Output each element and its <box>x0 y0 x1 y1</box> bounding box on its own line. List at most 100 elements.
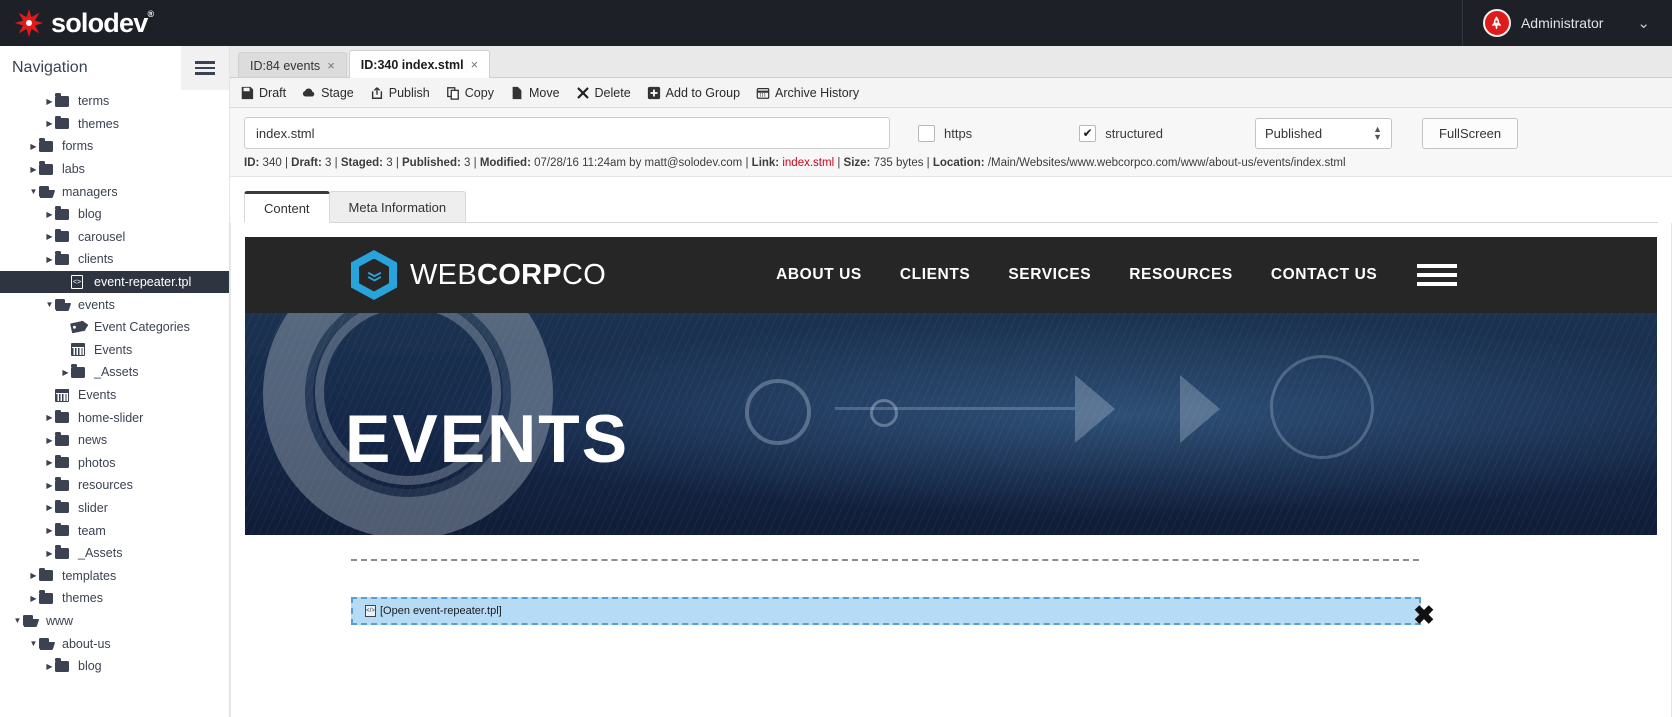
tree-item-labs[interactable]: ▶ labs <box>0 158 229 181</box>
avatar[interactable] <box>1482 9 1511 37</box>
tree-item-carousel[interactable]: ▶ carousel <box>0 226 229 249</box>
tree-item-managers[interactable]: ▼ managers <box>0 180 229 203</box>
status-select[interactable]: Published ▲ ▼ <box>1255 117 1392 149</box>
tree-item-event-repeater-tpl[interactable]: <> event-repeater.tpl <box>0 270 229 294</box>
move-button[interactable]: Move <box>510 86 560 100</box>
tree-item-events[interactable]: ▼ events <box>0 293 229 316</box>
meta-staged-label: Staged: <box>340 157 383 169</box>
expand-arrow-icon[interactable]: ▶ <box>44 97 55 106</box>
action-toolbar: Draft Stage Publish Copy Move Delete Add to Gr… <box>230 78 1672 108</box>
drop-zone-divider <box>351 559 1419 561</box>
brand-logo[interactable]: solodev® <box>0 8 154 38</box>
meta-link-label: Link: <box>751 157 780 169</box>
site-nav-item-about-us[interactable]: ABOUT US <box>776 266 862 284</box>
expand-arrow-icon[interactable]: ▶ <box>44 458 55 467</box>
collapse-arrow-icon[interactable]: ▼ <box>28 639 39 648</box>
tree-item-forms[interactable]: ▶ forms <box>0 135 229 158</box>
webcorpco-logo[interactable]: WEBCORPCO <box>351 250 606 300</box>
tree-item-blog[interactable]: ▶ blog <box>0 203 229 226</box>
expand-arrow-icon[interactable]: ▶ <box>44 481 55 490</box>
expand-arrow-icon[interactable]: ▶ <box>28 142 39 151</box>
filename-input[interactable] <box>244 117 890 149</box>
close-icon[interactable]: × <box>327 58 335 73</box>
site-nav-item-contact-us[interactable]: CONTACT US <box>1271 266 1377 284</box>
tree-item-events[interactable]: Events <box>0 339 229 362</box>
close-x-icon[interactable]: ✖ <box>1411 602 1437 629</box>
expand-arrow-icon[interactable]: ▶ <box>44 210 55 219</box>
save-disk-icon <box>240 86 254 100</box>
tree-item-themes[interactable]: ▶ themes <box>0 587 229 610</box>
expand-arrow-icon[interactable]: ▶ <box>28 594 39 603</box>
site-nav-item-clients[interactable]: CLIENTS <box>900 266 971 284</box>
main-panel: ID:84 events × ID:340 index.stml × Draft Sta… <box>230 46 1672 717</box>
expand-arrow-icon[interactable]: ▶ <box>44 436 55 445</box>
expand-arrow-icon[interactable]: ▶ <box>60 368 71 377</box>
fullscreen-button[interactable]: FullScreen <box>1422 117 1519 149</box>
tree-item-themes[interactable]: ▶ themes <box>0 113 229 136</box>
structured-label: structured <box>1105 125 1163 141</box>
site-nav-item-services[interactable]: SERVICES <box>1008 266 1091 284</box>
file-metadata-line: ID: 340 | Draft: 3 | Staged: 3 | Publish… <box>244 149 1658 176</box>
expand-arrow-icon[interactable]: ▶ <box>44 503 55 512</box>
sep: | <box>334 157 338 169</box>
collapse-arrow-icon[interactable]: ▼ <box>44 300 55 309</box>
tree-item-label: themes <box>62 591 103 606</box>
document-tab-active[interactable]: ID:340 index.stml × <box>348 50 491 78</box>
folder-icon <box>55 454 75 469</box>
tree-item-about-us[interactable]: ▼ about-us <box>0 632 229 655</box>
expand-arrow-icon[interactable]: ▶ <box>44 526 55 535</box>
toolbar-button-label: Archive History <box>775 85 860 100</box>
folder-icon <box>55 658 75 672</box>
tree-item-photos[interactable]: ▶ photos <box>0 452 229 475</box>
tree-item-blog[interactable]: ▶ blog <box>0 655 229 678</box>
expand-arrow-icon[interactable]: ▶ <box>44 119 55 128</box>
tree-item-news[interactable]: ▶ news <box>0 429 229 452</box>
tree-item-assets[interactable]: ▶ _Assets <box>0 542 229 565</box>
publish-button[interactable]: Publish <box>370 86 430 100</box>
expand-arrow-icon[interactable]: ▶ <box>44 662 55 671</box>
structured-checkbox-row[interactable]: ✔ structured <box>1079 124 1163 142</box>
tree-item-slider[interactable]: ▶ slider <box>0 497 229 520</box>
draft-button[interactable]: Draft <box>240 86 286 100</box>
sep: | <box>837 157 841 169</box>
hamburger-icon[interactable] <box>181 46 229 90</box>
document-tab[interactable]: ID:84 events × <box>238 52 347 78</box>
add-to-group-button[interactable]: Add to Group <box>647 86 740 100</box>
tree-item-events[interactable]: Events <box>0 384 229 407</box>
delete-button[interactable]: Delete <box>576 86 631 100</box>
tree-item-assets[interactable]: ▶ _Assets <box>0 361 229 384</box>
hamburger-icon[interactable] <box>1417 264 1458 286</box>
chevron-down-icon[interactable]: ⌄ <box>1637 14 1650 32</box>
tree-item-terms[interactable]: ▶ terms <box>0 90 229 113</box>
structured-checkbox[interactable]: ✔ <box>1079 124 1097 142</box>
expand-arrow-icon[interactable]: ▶ <box>44 413 55 422</box>
tree-item-resources[interactable]: ▶ resources <box>0 474 229 497</box>
expand-arrow-icon[interactable]: ▶ <box>28 165 39 174</box>
copy-button[interactable]: Copy <box>446 86 494 100</box>
tab-content[interactable]: Content <box>244 191 330 223</box>
archive-history-button[interactable]: Archive History <box>756 86 859 100</box>
tree-item-event-categories[interactable]: Event Categories <box>0 316 229 339</box>
page-title: Navigation <box>12 59 88 76</box>
folder-open-icon <box>55 299 75 311</box>
site-nav-item-resources[interactable]: RESOURCES <box>1129 266 1233 284</box>
https-checkbox-row[interactable]: https <box>918 124 972 142</box>
stage-button[interactable]: Stage <box>302 86 354 100</box>
https-checkbox[interactable] <box>918 124 935 142</box>
collapse-arrow-icon[interactable]: ▼ <box>12 616 23 625</box>
tree-item-team[interactable]: ▶ team <box>0 519 229 542</box>
expand-arrow-icon[interactable]: ▶ <box>44 549 55 558</box>
expand-arrow-icon[interactable]: ▶ <box>28 571 39 580</box>
tree-item-www[interactable]: ▼ www <box>0 610 229 633</box>
tab-meta-information[interactable]: Meta Information <box>328 191 467 223</box>
tree-item-home-slider[interactable]: ▶ home-slider <box>0 406 229 429</box>
tree-item-clients[interactable]: ▶ clients <box>0 248 229 271</box>
meta-link-value[interactable]: index.stml <box>782 157 834 169</box>
expand-arrow-icon[interactable]: ▶ <box>44 255 55 264</box>
close-icon[interactable]: × <box>471 57 479 72</box>
expand-arrow-icon[interactable]: ▶ <box>44 232 55 241</box>
widget-placeholder[interactable]: </> [Open event-repeater.tpl] ✖ <box>351 597 1435 628</box>
user-name[interactable]: Administrator <box>1521 15 1603 31</box>
collapse-arrow-icon[interactable]: ▼ <box>28 187 39 196</box>
tree-item-templates[interactable]: ▶ templates <box>0 564 229 587</box>
